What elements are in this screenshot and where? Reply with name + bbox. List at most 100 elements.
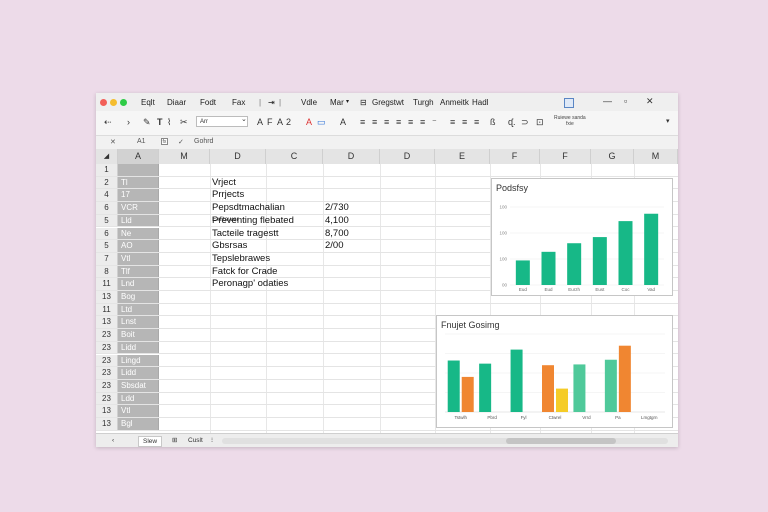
cell-a[interactable]: Bog xyxy=(118,291,159,303)
wrap-icon[interactable]: ≡ xyxy=(408,117,413,127)
cell-a[interactable]: Vtl xyxy=(118,405,159,417)
column-header[interactable]: E xyxy=(435,149,490,164)
formula-input[interactable]: Gohrd xyxy=(194,138,213,145)
outdent-icon[interactable]: ≡ xyxy=(462,117,467,127)
font-color-icon[interactable]: A xyxy=(306,117,312,127)
row-header[interactable]: 23 xyxy=(96,367,118,379)
sheet-tab-1[interactable]: Slew xyxy=(138,436,163,447)
cell-a[interactable]: Lingd xyxy=(118,354,159,367)
chevron-down-icon[interactable]: ▾ xyxy=(346,98,349,105)
menu-item-2[interactable]: Diaar xyxy=(167,98,186,107)
cell-a[interactable]: Sbsdat xyxy=(118,379,159,392)
sort-icon[interactable]: ≡ xyxy=(474,117,479,127)
column-header[interactable]: G xyxy=(591,149,634,164)
row-header[interactable]: 23 xyxy=(96,379,118,392)
select-all-icon[interactable]: ◢ xyxy=(96,149,118,164)
ribbon-dropdown-icon[interactable]: ▾ xyxy=(666,117,670,125)
cell-a[interactable]: Lnd xyxy=(118,278,159,290)
cell-a[interactable]: 17 xyxy=(118,189,159,202)
menu-item-4[interactable]: Fax xyxy=(232,98,245,107)
column-header[interactable]: F xyxy=(490,149,540,164)
column-header[interactable]: M xyxy=(634,149,678,164)
row-header[interactable]: 7 xyxy=(96,252,118,265)
fill-color-icon[interactable]: ▭ xyxy=(317,117,326,128)
minimize-window-button[interactable] xyxy=(110,99,117,106)
row-header[interactable]: 13 xyxy=(96,405,118,417)
cell-a[interactable]: Lnst xyxy=(118,316,159,329)
cell-a[interactable]: Tlf xyxy=(118,265,159,278)
cell-d[interactable]: Tepslebrawes xyxy=(212,253,270,265)
menu-item-3[interactable]: Fodt xyxy=(200,98,216,107)
format-icon[interactable]: ⇥ xyxy=(268,98,275,107)
scissors-icon[interactable]: ✂ xyxy=(180,117,188,128)
cell-a[interactable]: Lidd xyxy=(118,367,159,379)
maximize-window-button[interactable] xyxy=(120,99,127,106)
forward-icon[interactable]: › xyxy=(127,117,130,127)
ribbon-label[interactable]: Ruiewe sanda fxie xyxy=(554,115,586,127)
column-header[interactable]: C xyxy=(266,149,323,164)
column-header[interactable]: D xyxy=(210,149,266,164)
filter-icon[interactable]: ß xyxy=(490,117,496,127)
menu-item-10[interactable]: Hadl xyxy=(472,98,488,107)
back-icon[interactable]: ⇠ xyxy=(104,117,112,128)
font-size-icon[interactable]: A xyxy=(257,117,263,127)
bold-icon[interactable]: F xyxy=(267,117,273,127)
row-header[interactable]: 2 xyxy=(96,176,118,189)
strikethrough-icon[interactable]: 2 xyxy=(286,117,291,127)
cell-a[interactable]: AO xyxy=(118,240,159,252)
menu-item-5[interactable]: Vdle xyxy=(301,98,317,107)
menu-item-1[interactable]: Eqlt xyxy=(141,98,155,107)
row-header[interactable]: 4 xyxy=(96,189,118,202)
cell-a[interactable]: Boit xyxy=(118,329,159,341)
cell-d[interactable]: Gbsrsas xyxy=(212,240,247,252)
sheet-icon[interactable]: ⊟ xyxy=(360,98,367,107)
cell-a[interactable]: Lidd xyxy=(118,341,159,354)
align-center-icon[interactable]: ≡ xyxy=(372,117,377,127)
row-header[interactable]: 5 xyxy=(96,214,118,227)
menu-item-9[interactable]: Anmeitk xyxy=(440,98,469,107)
cell-a[interactable]: Lld xyxy=(118,214,159,227)
merge-icon[interactable]: ≡ xyxy=(420,117,425,127)
pen-icon[interactable]: ✎ xyxy=(143,117,151,128)
column-header-A[interactable]: A xyxy=(118,149,159,164)
cell-a[interactable]: Tl xyxy=(118,176,159,189)
align-right-icon[interactable]: ≡ xyxy=(384,117,389,127)
fx-button[interactable]: fx xyxy=(161,138,168,145)
more-align-icon[interactable]: ⁻ xyxy=(432,117,437,128)
row-header[interactable]: 6 xyxy=(96,202,118,214)
check-icon[interactable]: ✓ xyxy=(178,138,184,146)
cell-a[interactable]: Ltd xyxy=(118,303,159,316)
row-header[interactable]: 11 xyxy=(96,303,118,316)
cell-a[interactable]: Ne xyxy=(118,227,159,240)
close-icon[interactable]: ✕ xyxy=(646,96,654,107)
menu-item-8[interactable]: Turgh xyxy=(413,98,434,107)
menu-item-7[interactable]: Gregstwt xyxy=(372,98,404,107)
sheet-menu-icon[interactable]: ⁝ xyxy=(207,436,217,445)
cell-d[interactable]: Prrjects xyxy=(212,189,244,201)
column-header[interactable]: F xyxy=(540,149,591,164)
cell-d[interactable]: Peronagp' odaties xyxy=(212,278,288,290)
cell-value[interactable]: 8,700 xyxy=(325,228,349,240)
close-window-button[interactable] xyxy=(100,99,107,106)
format-painter-icon[interactable]: ⊃ xyxy=(521,117,529,128)
row-header[interactable]: 1 xyxy=(96,164,118,176)
cell-a[interactable]: Bgl xyxy=(118,418,159,430)
row-header[interactable]: 5 xyxy=(96,240,118,252)
cell-a[interactable] xyxy=(118,164,159,176)
add-sheet-icon[interactable]: ⊞ xyxy=(168,436,181,445)
menu-item-6[interactable]: Mar xyxy=(330,98,344,107)
column-header[interactable]: D xyxy=(323,149,380,164)
text-icon[interactable]: T xyxy=(157,117,163,127)
cell-a[interactable]: VCR xyxy=(118,202,159,214)
cell-d[interactable]: Fatck for Crade xyxy=(212,266,277,278)
cell-a[interactable]: Ldd xyxy=(118,392,159,405)
cell-a[interactable]: Vtl xyxy=(118,252,159,265)
align-left-icon[interactable]: ≡ xyxy=(360,117,365,127)
borders-icon[interactable]: ⊡ xyxy=(536,117,544,128)
row-header[interactable]: 23 xyxy=(96,354,118,367)
prev-sheet-icon[interactable]: ‹ xyxy=(108,436,118,445)
row-header[interactable]: 23 xyxy=(96,341,118,354)
row-header[interactable]: 23 xyxy=(96,392,118,405)
chart-2[interactable]: Fnujet Gosimg Tstwlh Pbrd Fyl Ctwrel Vrrd Pa L… xyxy=(436,315,673,428)
row-header[interactable]: 13 xyxy=(96,291,118,303)
